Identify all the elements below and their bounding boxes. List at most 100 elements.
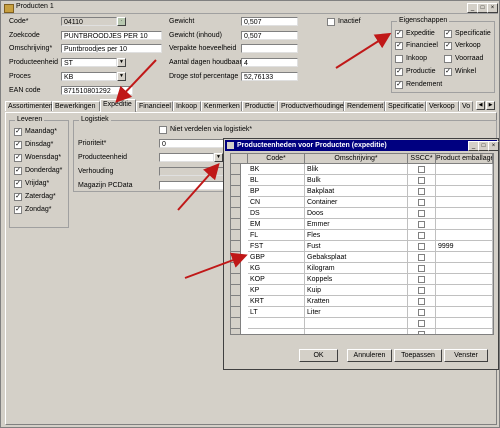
sscc-checkbox[interactable]	[418, 210, 425, 217]
droge-input[interactable]: 52,76133	[241, 72, 298, 81]
cell-sscc[interactable]	[408, 285, 436, 296]
cell-emballage[interactable]	[436, 219, 493, 230]
cell-emballage[interactable]	[436, 175, 493, 186]
cell-omschrijving[interactable]: Fles	[305, 230, 408, 241]
tab-expeditie[interactable]: Expeditie	[100, 99, 136, 112]
cell-sscc[interactable]	[408, 175, 436, 186]
row-selector[interactable]	[231, 164, 241, 175]
cell-code[interactable]: GBP	[248, 252, 305, 263]
cell-code[interactable]: BK	[248, 164, 305, 175]
cell-sscc[interactable]	[408, 296, 436, 307]
cell-emballage[interactable]	[436, 296, 493, 307]
cell-sscc[interactable]	[408, 241, 436, 252]
sscc-checkbox[interactable]	[418, 243, 425, 250]
cell-code[interactable]: FST	[248, 241, 305, 252]
cell-omschrijving[interactable]: Container	[305, 197, 408, 208]
gewicht-inhoud-input[interactable]: 0,507	[241, 31, 298, 40]
cell-sscc[interactable]	[408, 263, 436, 274]
tab-bewerkingen[interactable]: Bewerkingen	[52, 101, 100, 111]
cell-omschrijving[interactable]: Kilogram	[305, 263, 408, 274]
cell-omschrijving[interactable]: Doos	[305, 208, 408, 219]
proces-dropdown-icon[interactable]: ▼	[117, 72, 126, 81]
cell-omschrijving[interactable]: Emmer	[305, 219, 408, 230]
eig-expeditie-checkbox[interactable]: ✓	[395, 30, 403, 38]
table-row[interactable]: BP Bakplaat	[231, 186, 493, 197]
code-input[interactable]: 04110	[61, 17, 117, 26]
magazijn-input[interactable]	[159, 181, 225, 190]
verhouding-input[interactable]	[159, 167, 225, 176]
producteenheid-input[interactable]: ST	[61, 58, 117, 67]
cell-sscc[interactable]	[408, 307, 436, 318]
maandag-checkbox[interactable]: ✓	[14, 128, 22, 136]
zoekcode-input[interactable]: PUNTBROODJES PER 10	[61, 31, 162, 40]
sscc-checkbox[interactable]	[418, 199, 425, 206]
producteenheid-dropdown-icon[interactable]: ▼	[117, 58, 126, 67]
cell-emballage[interactable]	[436, 285, 493, 296]
cell-sscc[interactable]	[408, 318, 436, 329]
table-row[interactable]: FL Fles	[231, 230, 493, 241]
prioriteit-input[interactable]: 0	[159, 139, 225, 148]
cell-omschrijving[interactable]: Fust	[305, 241, 408, 252]
row-selector[interactable]	[231, 175, 241, 186]
sscc-checkbox[interactable]	[418, 276, 425, 283]
tab-scroll-left-icon[interactable]: ◀	[476, 101, 485, 110]
eig-financieel-checkbox[interactable]: ✓	[395, 42, 403, 50]
cell-code[interactable]	[248, 329, 305, 334]
cell-emballage[interactable]	[436, 307, 493, 318]
dialog-close-button[interactable]: ×	[488, 141, 499, 151]
cell-emballage[interactable]	[436, 274, 493, 285]
logistiek-producteenheid-dropdown-icon[interactable]: ▼	[214, 153, 223, 162]
row-selector[interactable]	[231, 274, 241, 285]
row-selector[interactable]	[231, 307, 241, 318]
title-bar[interactable]: Producten 1 _ □ ×	[2, 2, 498, 14]
annuleren-button[interactable]: Annuleren	[347, 349, 392, 362]
cell-code[interactable]: KG	[248, 263, 305, 274]
gewicht-input[interactable]: 0,507	[241, 17, 298, 26]
eig-winkel-checkbox[interactable]: ✓	[444, 68, 452, 76]
proces-input[interactable]: KB	[61, 72, 117, 81]
table-row[interactable]: LT Liter	[231, 307, 493, 318]
row-selector[interactable]	[231, 230, 241, 241]
cell-emballage[interactable]	[436, 263, 493, 274]
logistiek-producteenheid-input[interactable]	[159, 153, 214, 162]
houdbaar-input[interactable]: 4	[241, 58, 298, 67]
zaterdag-checkbox[interactable]: ✓	[14, 193, 22, 201]
omschrijving-input[interactable]: Puntbroodjes per 10	[61, 44, 162, 53]
cell-emballage[interactable]: 9999	[436, 241, 493, 252]
table-row[interactable]: KRT Kratten	[231, 296, 493, 307]
tab-financieel[interactable]: Financieel	[136, 101, 173, 111]
code-lookup-button[interactable]: ·	[117, 17, 126, 26]
row-selector[interactable]	[231, 241, 241, 252]
ean-input[interactable]: 871510801292	[61, 86, 133, 95]
cell-emballage[interactable]	[436, 329, 493, 334]
donderdag-checkbox[interactable]: ✓	[14, 167, 22, 175]
eig-productie-checkbox[interactable]: ✓	[395, 68, 403, 76]
cell-emballage[interactable]	[436, 252, 493, 263]
toepassen-button[interactable]: Toepassen	[394, 349, 442, 362]
cell-code[interactable]: EM	[248, 219, 305, 230]
cell-omschrijving[interactable]: Kuip	[305, 285, 408, 296]
sscc-checkbox[interactable]	[418, 298, 425, 305]
tab-rendement[interactable]: Rendement	[344, 101, 385, 111]
sscc-checkbox[interactable]	[418, 232, 425, 239]
woensdag-checkbox[interactable]: ✓	[14, 154, 22, 162]
row-selector[interactable]	[231, 197, 241, 208]
cell-sscc[interactable]	[408, 219, 436, 230]
ok-button[interactable]: OK	[299, 349, 338, 362]
cell-sscc[interactable]	[408, 329, 436, 334]
sscc-checkbox[interactable]	[418, 188, 425, 195]
vrijdag-checkbox[interactable]: ✓	[14, 180, 22, 188]
table-row[interactable]: BL Bulk	[231, 175, 493, 186]
cell-omschrijving[interactable]: Liter	[305, 307, 408, 318]
table-row[interactable]: KP Kuip	[231, 285, 493, 296]
eig-specificatie-checkbox[interactable]: ✓	[444, 30, 452, 38]
row-selector[interactable]	[231, 208, 241, 219]
cell-omschrijving[interactable]: Kratten	[305, 296, 408, 307]
cell-emballage[interactable]	[436, 230, 493, 241]
table-row[interactable]: DS Doos	[231, 208, 493, 219]
table-row[interactable]: KOP Koppels	[231, 274, 493, 285]
verpakte-input[interactable]	[241, 44, 298, 53]
row-selector[interactable]	[231, 252, 241, 263]
cell-emballage[interactable]	[436, 186, 493, 197]
cell-omschrijving[interactable]: Bakplaat	[305, 186, 408, 197]
